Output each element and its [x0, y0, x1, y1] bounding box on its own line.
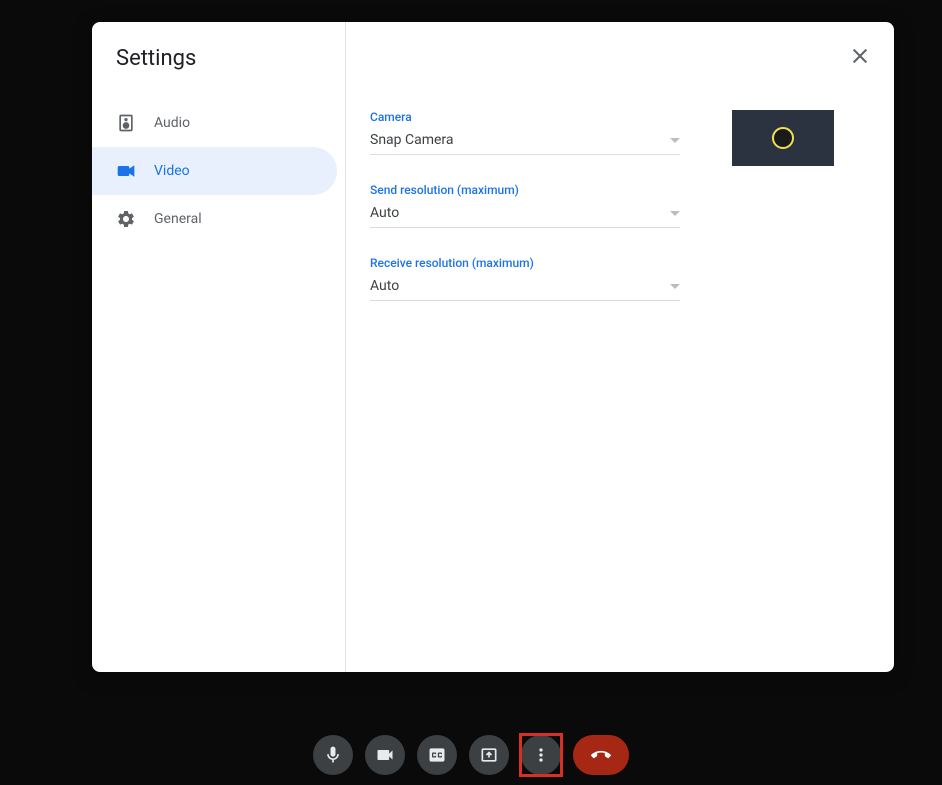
- camera-field-group: Camera Snap Camera: [370, 110, 680, 155]
- camera-select[interactable]: Snap Camera: [370, 132, 680, 155]
- present-button[interactable]: [469, 735, 509, 775]
- nav-label: General: [154, 211, 202, 227]
- camera-button[interactable]: [365, 735, 405, 775]
- video-fields: Camera Snap Camera Send resolution (maxi…: [370, 110, 680, 648]
- more-options-button[interactable]: [521, 735, 561, 775]
- nav-label: Audio: [154, 115, 190, 131]
- settings-modal: Settings Audio Video General Camera S: [92, 22, 894, 672]
- receive-resolution-select[interactable]: Auto: [370, 278, 680, 301]
- dropdown-caret-icon: [670, 284, 680, 289]
- nav-label: Video: [154, 163, 190, 179]
- captions-button[interactable]: [417, 735, 457, 775]
- gear-icon: [116, 209, 136, 229]
- close-button[interactable]: [846, 42, 874, 70]
- dropdown-caret-icon: [670, 211, 680, 216]
- camera-label: Camera: [370, 110, 680, 124]
- settings-sidebar: Settings Audio Video General: [92, 22, 346, 672]
- send-resolution-field-group: Send resolution (maximum) Auto: [370, 183, 680, 228]
- settings-content: Camera Snap Camera Send resolution (maxi…: [346, 22, 894, 672]
- send-resolution-select[interactable]: Auto: [370, 205, 680, 228]
- hangup-button[interactable]: [573, 735, 629, 775]
- nav-item-audio[interactable]: Audio: [92, 99, 337, 147]
- camera-preview: [732, 110, 834, 166]
- receive-resolution-field-group: Receive resolution (maximum) Auto: [370, 256, 680, 301]
- settings-title: Settings: [92, 46, 345, 99]
- video-icon: [116, 161, 136, 181]
- preview-avatar: [772, 127, 794, 149]
- send-resolution-label: Send resolution (maximum): [370, 183, 680, 197]
- receive-resolution-value: Auto: [370, 278, 399, 294]
- nav-item-general[interactable]: General: [92, 195, 337, 243]
- meeting-toolbar: [313, 735, 629, 775]
- receive-resolution-label: Receive resolution (maximum): [370, 256, 680, 270]
- mic-button[interactable]: [313, 735, 353, 775]
- camera-value: Snap Camera: [370, 132, 454, 148]
- speaker-icon: [116, 113, 136, 133]
- nav-item-video[interactable]: Video: [92, 147, 337, 195]
- send-resolution-value: Auto: [370, 205, 399, 221]
- dropdown-caret-icon: [670, 138, 680, 143]
